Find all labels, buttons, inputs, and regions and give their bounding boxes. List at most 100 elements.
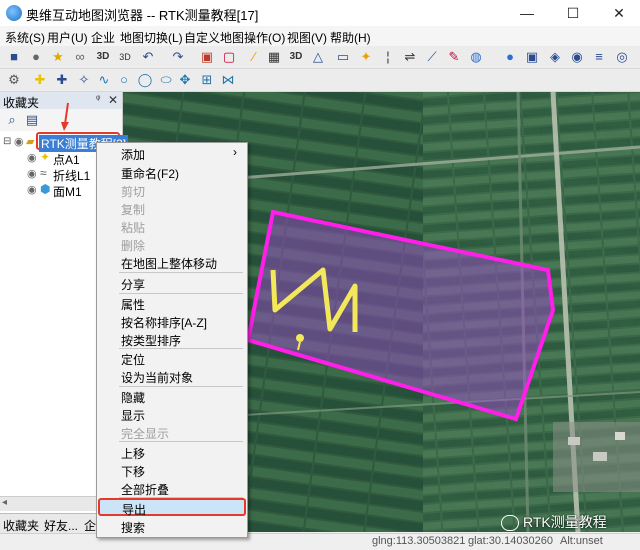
- globe-icon[interactable]: ◍: [468, 49, 484, 65]
- visibility-eye-icon[interactable]: ◉: [14, 135, 24, 148]
- menu-item-hide[interactable]: 隐藏: [97, 387, 247, 405]
- marker-blue-icon[interactable]: ✚: [54, 72, 70, 88]
- lock-icon[interactable]: ●: [28, 49, 44, 65]
- tree-view-icon[interactable]: ▤: [24, 112, 40, 128]
- menu-item-show[interactable]: 显示: [97, 405, 247, 423]
- image-icon[interactable]: ▭: [335, 49, 351, 65]
- menu-help[interactable]: 帮助(H): [330, 29, 371, 46]
- menu-separator: [119, 441, 243, 442]
- menu-item-search[interactable]: 搜索: [97, 517, 247, 535]
- menu-item-delete: 删除: [121, 239, 146, 253]
- menu-item-properties[interactable]: 属性: [97, 294, 247, 312]
- menu-item-export[interactable]: 导出: [98, 498, 246, 517]
- status-latitude: glat:30.14030260: [468, 535, 554, 547]
- visibility-eye-icon[interactable]: ◉: [27, 167, 37, 180]
- toolbar-main: ■ ● ★ ∞ 3D 3D ↶ ↷ ▣ ▢ ⁄ ▦ 3D △ ▭ ✦ ¦ ⇌ ⟋…: [0, 46, 640, 69]
- app-logo-icon: [6, 5, 22, 21]
- menu-item-move-up[interactable]: 上移: [97, 443, 247, 461]
- split-icon[interactable]: ¦: [380, 49, 396, 65]
- move-icon[interactable]: ✥: [177, 72, 193, 88]
- status-longitude: glng:113.30503821: [372, 535, 466, 547]
- context-menu: 添加 › 重命名(F2) 剪切 复制 粘贴 删除 在地图上整体移动 分享 属性 按…: [96, 142, 248, 538]
- tab-friends[interactable]: 好友...: [44, 517, 78, 534]
- pin-icon[interactable]: ᵠ: [96, 94, 100, 105]
- menu-user[interactable]: 用户(U): [47, 29, 88, 46]
- measure-icon[interactable]: ⇌: [402, 49, 418, 65]
- star-icon[interactable]: ★: [50, 49, 66, 65]
- binoculars-icon[interactable]: ∞: [72, 49, 88, 65]
- menu-item-share[interactable]: 分享: [97, 274, 247, 292]
- trash-icon[interactable]: ▣: [199, 49, 215, 65]
- menu-system[interactable]: 系统(S): [5, 29, 45, 46]
- menu-item-locate[interactable]: 定位: [97, 349, 247, 367]
- menu-item-move-on-map[interactable]: 在地图上整体移动: [97, 253, 247, 271]
- tab-favorites[interactable]: 收藏夹: [3, 517, 39, 534]
- rectangle-icon[interactable]: ⊞: [199, 72, 215, 88]
- layers-icon[interactable]: △: [310, 49, 326, 65]
- pushpin-icon[interactable]: ✧: [76, 72, 92, 88]
- 3d-model-icon[interactable]: 3D: [288, 49, 304, 65]
- marker-yellow-icon[interactable]: ✚: [32, 72, 48, 88]
- gear-icon[interactable]: ⚙: [6, 72, 22, 88]
- menu-separator: [119, 272, 243, 273]
- visibility-eye-icon[interactable]: ◉: [27, 151, 37, 164]
- polyline-icon: ≈: [40, 166, 47, 180]
- maximize-button[interactable]: ☐: [550, 0, 596, 26]
- polygon-tool-icon[interactable]: ✎: [446, 49, 462, 65]
- scroll-left-icon[interactable]: ◂: [2, 497, 7, 508]
- node-edit-icon[interactable]: ⋈: [220, 72, 236, 88]
- menu-operation[interactable]: 操作(O): [244, 29, 285, 46]
- 3d-view-icon[interactable]: 3D: [95, 49, 111, 65]
- undo-icon[interactable]: ↶: [140, 49, 156, 65]
- pin-icon[interactable]: ✦: [358, 49, 374, 65]
- filter-icon[interactable]: ≡: [591, 49, 607, 65]
- 3d-terrain-icon[interactable]: 3D: [117, 49, 133, 65]
- zoom-out-icon[interactable]: ▣: [524, 49, 540, 65]
- menu-item-cut: 剪切: [121, 185, 146, 199]
- folder-icon: ▰: [26, 136, 35, 148]
- pen-icon[interactable]: ⁄: [246, 49, 262, 65]
- menu-item-add[interactable]: 添加 ›: [97, 144, 247, 162]
- polyline-icon[interactable]: ∿: [96, 72, 112, 88]
- redo-icon[interactable]: ↷: [170, 49, 186, 65]
- menu-item-copy: 复制: [121, 203, 146, 217]
- save-icon[interactable]: ■: [6, 49, 22, 65]
- zoom-in-icon[interactable]: ●: [502, 49, 518, 65]
- menu-view[interactable]: 视图(V): [287, 29, 327, 46]
- menu-item-set-current[interactable]: 设为当前对象: [97, 367, 247, 385]
- minimize-button[interactable]: —: [504, 0, 550, 26]
- menu-item-move-down[interactable]: 下移: [97, 461, 247, 479]
- settings-icon[interactable]: ◎: [614, 49, 630, 65]
- submenu-arrow-icon: ›: [233, 145, 237, 159]
- info-icon[interactable]: ◉: [569, 49, 585, 65]
- collapse-icon[interactable]: ⊟: [3, 136, 11, 147]
- menu-item-sort-type[interactable]: 按类型排序: [97, 330, 247, 348]
- menu-item-collapse-all[interactable]: 全部折叠: [97, 479, 247, 497]
- select-icon[interactable]: ▢: [221, 49, 237, 65]
- menu-item-sort-name[interactable]: 按名称排序[A-Z]: [97, 312, 247, 330]
- menu-item-paste: 粘贴: [121, 221, 146, 235]
- toolbar-draw: ⚙ ✚ ✚ ✧ ∿ ○ ◯ ⬭ ✥ ⊞ ⋈: [0, 69, 640, 92]
- status-altitude: Alt:unset: [560, 535, 603, 547]
- close-button[interactable]: ✕: [596, 0, 640, 26]
- cube-icon[interactable]: ◈: [547, 49, 563, 65]
- menu-item-show-all: 完全显示: [121, 427, 170, 441]
- menu-map-switch[interactable]: 地图切换(L): [120, 29, 183, 46]
- visibility-eye-icon[interactable]: ◉: [27, 183, 37, 196]
- circle-icon[interactable]: ○: [116, 72, 132, 88]
- title-bar: 奥维互动地图浏览器 -- RTK测量教程[17] — ☐ ✕: [0, 0, 640, 26]
- ring-icon[interactable]: ◯: [137, 72, 153, 88]
- tree-item-label[interactable]: 面M1: [53, 183, 82, 200]
- polygon-icon: ⬢: [40, 182, 51, 196]
- close-icon[interactable]: ✕: [108, 93, 118, 107]
- grid-icon[interactable]: ▦: [266, 49, 282, 65]
- annotation-small-arrow: [61, 102, 69, 131]
- search-icon[interactable]: ⌕: [4, 112, 20, 128]
- ellipse-icon[interactable]: ⬭: [158, 72, 174, 88]
- point-icon: ✦: [40, 150, 51, 164]
- line-icon[interactable]: ⟋: [424, 49, 440, 65]
- menu-bar: 系统(S) 用户(U) 企业 地图切换(L) 自定义地图 操作(O) 视图(V)…: [0, 26, 640, 46]
- menu-enterprise[interactable]: 企业: [91, 29, 115, 46]
- menu-item-rename[interactable]: 重命名(F2): [97, 163, 247, 181]
- menu-custom-map[interactable]: 自定义地图: [184, 29, 244, 46]
